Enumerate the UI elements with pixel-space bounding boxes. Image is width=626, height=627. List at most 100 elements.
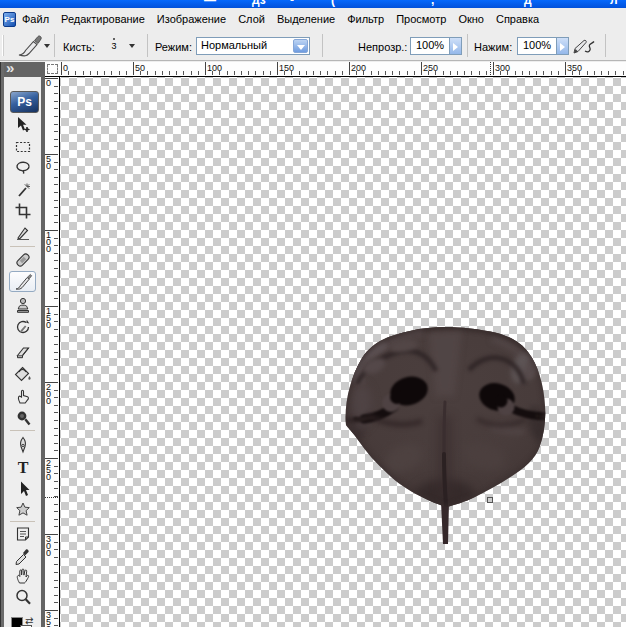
ruler-tick	[615, 71, 616, 75]
hruler-label: 350	[567, 63, 582, 73]
ruler-tick	[54, 291, 58, 292]
ruler-tick	[54, 374, 58, 375]
opacity-slider-button[interactable]	[449, 37, 462, 55]
ruler-tick	[54, 260, 58, 261]
ruler-tick	[54, 359, 58, 360]
paint-bucket-icon	[13, 364, 33, 384]
menu-image[interactable]: Изображение	[151, 10, 232, 28]
ruler-tick	[54, 344, 58, 345]
ruler-tick	[371, 71, 372, 75]
mode-label: Режим:	[155, 41, 192, 53]
titlebar-clipped-text: (	[331, 0, 335, 7]
menu-window[interactable]: Окно	[452, 10, 490, 28]
ruler-tick	[54, 93, 58, 94]
menu-filter[interactable]: Фильтр	[341, 10, 390, 28]
menu-view[interactable]: Просмотр	[390, 10, 452, 28]
magic-wand-tool[interactable]	[9, 179, 36, 200]
swap-colors-icon[interactable]: ⇄	[25, 615, 33, 626]
ruler-tick	[119, 71, 120, 75]
brush-tool[interactable]	[9, 271, 36, 292]
ruler-tick	[90, 71, 91, 75]
ruler-tick	[414, 71, 415, 75]
menu-help[interactable]: Справка	[490, 10, 545, 28]
ruler-tick	[255, 71, 256, 75]
ruler-tick	[594, 71, 595, 75]
toolbox-collapse-button[interactable]: »	[0, 62, 45, 77]
ruler-tick	[457, 71, 458, 75]
mode-value: Нормальный	[201, 39, 267, 51]
vertical-ruler[interactable]: 050100150200250300350	[45, 77, 60, 627]
ruler-tick	[263, 71, 264, 75]
ruler-tick	[522, 71, 523, 75]
horizontal-ruler[interactable]: 050100150200250300350	[60, 62, 626, 77]
pen-tool[interactable]	[9, 434, 36, 455]
ruler-tick	[198, 71, 199, 75]
ruler-tick	[97, 71, 98, 75]
history-brush-icon	[13, 317, 33, 337]
hand-tool[interactable]	[9, 565, 36, 586]
options-separator	[54, 34, 55, 57]
svg-text:T: T	[17, 458, 28, 475]
mode-select[interactable]: Нормальный	[196, 37, 310, 55]
paint-bucket-tool[interactable]	[9, 363, 36, 384]
ruler-tick	[385, 71, 386, 75]
menu-edit[interactable]: Редактирование	[55, 10, 151, 28]
ruler-tick	[54, 450, 58, 451]
menu-file[interactable]: Файл	[16, 10, 55, 28]
ruler-tick	[306, 71, 307, 75]
ruler-tick	[83, 71, 84, 75]
hruler-label: 0	[63, 63, 68, 73]
canvas[interactable]	[60, 77, 626, 627]
mode-dropdown-button[interactable]	[293, 39, 308, 53]
flow-input[interactable]: 100%	[517, 37, 557, 55]
brush-preview[interactable]: 3	[103, 36, 125, 56]
ruler-tick	[162, 71, 163, 75]
path-selection-tool[interactable]	[9, 478, 36, 499]
eyedropper-tool[interactable]	[9, 544, 36, 565]
brush-tool-preset-icon[interactable]	[16, 35, 46, 57]
crop-tool[interactable]	[9, 200, 36, 221]
menu-select[interactable]: Выделение	[271, 10, 341, 28]
app-icon[interactable]: Ps	[3, 12, 16, 27]
history-brush-tool[interactable]	[9, 316, 36, 337]
ruler-corner[interactable]	[45, 62, 60, 77]
healing-brush-tool[interactable]	[9, 249, 36, 270]
rectangular-marquee-tool[interactable]	[9, 136, 36, 157]
ruler-major-tick	[421, 62, 422, 75]
ruler-tick	[551, 71, 552, 75]
title-bar[interactable]: — дз - ( , д л	[0, 0, 626, 8]
ruler-tick	[68, 71, 69, 75]
flow-slider-button[interactable]	[556, 37, 569, 55]
hruler-label: 150	[279, 63, 294, 73]
ruler-tick	[54, 276, 58, 277]
ruler-tick	[54, 352, 58, 353]
hruler-label: 200	[351, 63, 366, 73]
brush-preview-dropdown-arrow[interactable]	[129, 44, 135, 48]
dodge-tool[interactable]	[9, 407, 36, 428]
eraser-tool[interactable]	[9, 341, 36, 362]
custom-shape-icon	[13, 500, 33, 520]
options-separator	[147, 34, 148, 57]
smudge-tool[interactable]	[9, 385, 36, 406]
ps-logo[interactable]: Ps	[10, 91, 39, 113]
tool-preset-dropdown-arrow[interactable]	[44, 44, 50, 48]
ruler-tick	[54, 116, 58, 117]
clone-stamp-tool[interactable]	[9, 294, 36, 315]
ruler-tick	[536, 71, 537, 75]
type-tool[interactable]: T	[9, 456, 36, 477]
menu-layer[interactable]: Слой	[232, 10, 271, 28]
titlebar-clipped-text: -	[290, 0, 294, 7]
hruler-label: 100	[207, 63, 222, 73]
move-tool[interactable]	[9, 114, 36, 135]
ruler-tick	[54, 435, 58, 436]
airbrush-icon[interactable]	[572, 36, 598, 60]
slice-tool[interactable]	[9, 222, 36, 243]
ruler-tick	[623, 71, 624, 75]
notes-tool[interactable]	[9, 523, 36, 544]
custom-shape-tool[interactable]	[9, 499, 36, 520]
options-gripper	[2, 35, 4, 56]
ruler-tick	[234, 71, 235, 75]
lasso-tool[interactable]	[9, 157, 36, 178]
zoom-tool[interactable]	[9, 586, 36, 607]
opacity-input[interactable]: 100%	[410, 37, 450, 55]
